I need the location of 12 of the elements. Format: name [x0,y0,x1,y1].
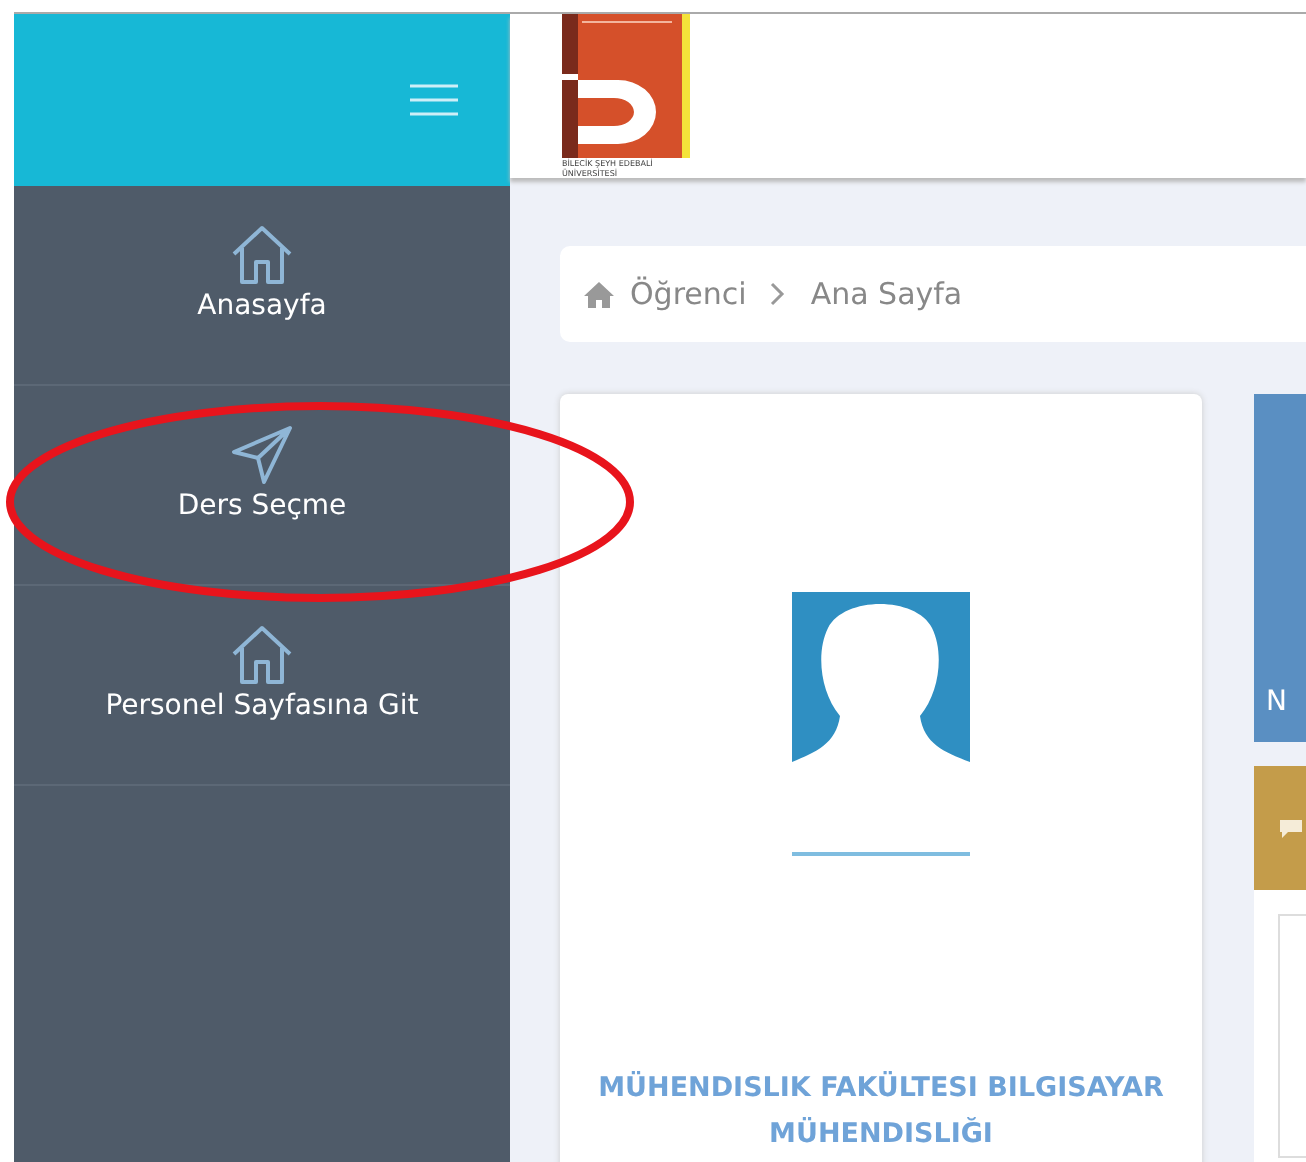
home-icon [230,621,294,685]
home-icon [230,221,294,285]
paper-plane-icon [230,421,294,485]
avatar-placeholder-icon [792,592,970,858]
chevron-right-icon [770,282,787,306]
breadcrumb-current: Ana Sayfa [810,276,963,312]
card-text: N [1266,686,1287,718]
breadcrumb-link[interactable]: Öğrenci [630,276,747,312]
menu-icon[interactable] [410,82,458,118]
home-icon [584,281,614,307]
speech-bubble-icon [1278,817,1302,839]
department-title: MÜHENDISLIK FAKÜLTESI BILGISAYAR MÜHENDISLIĞI [596,1069,1166,1154]
